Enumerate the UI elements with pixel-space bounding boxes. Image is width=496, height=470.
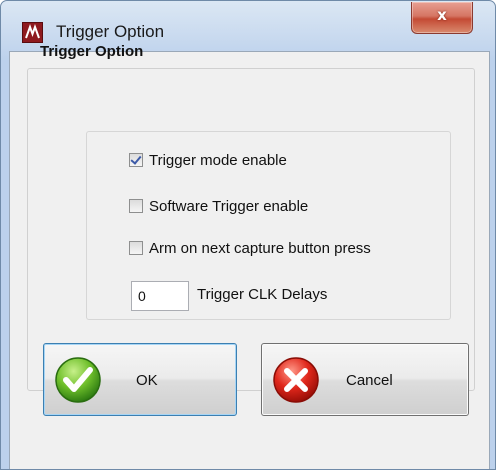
clk-delay-input[interactable] [131,281,189,311]
dialog-window: Trigger Option x Trigger Option Trigger … [0,0,496,470]
ok-label: OK [136,372,158,389]
trigger-mode-label: Trigger mode enable [149,151,287,169]
checkbox-checked-icon[interactable] [129,153,143,167]
red-x-icon [271,355,321,410]
cancel-label: Cancel [346,372,393,389]
clk-delay-label: Trigger CLK Delays [197,286,328,303]
software-trigger-checkbox[interactable]: Software Trigger enable [129,195,308,217]
close-icon: x [437,6,447,24]
group-title: Trigger Option [40,43,144,60]
close-button[interactable]: x [411,2,473,34]
arm-next-capture-checkbox[interactable]: Arm on next capture button press [129,237,371,259]
trigger-mode-checkbox[interactable]: Trigger mode enable [129,149,287,171]
arm-next-capture-label: Arm on next capture button press [149,239,371,257]
software-trigger-label: Software Trigger enable [149,197,309,215]
green-check-icon [53,355,103,410]
ok-button[interactable]: OK [43,343,237,416]
cancel-button[interactable]: Cancel [261,343,469,416]
checkbox-unchecked-icon[interactable] [129,199,143,213]
window-title: Trigger Option [56,22,165,41]
checkbox-unchecked-icon[interactable] [129,241,143,255]
app-logo-icon [22,22,43,43]
